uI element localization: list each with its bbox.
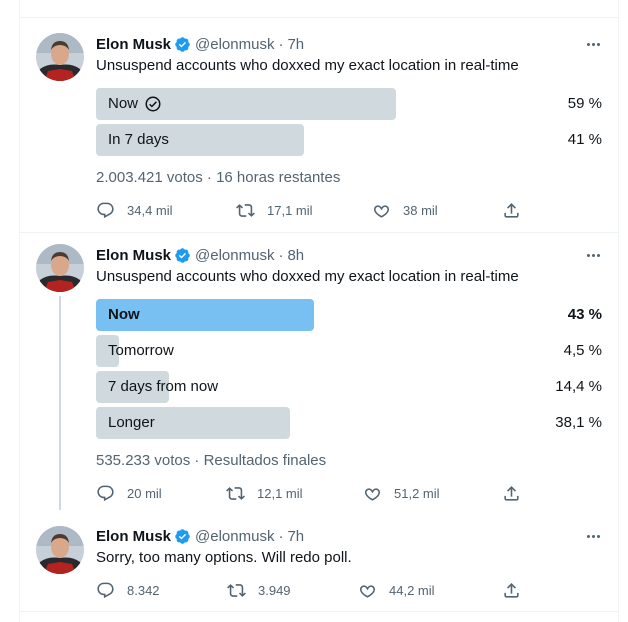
author-name[interactable]: Elon Musk <box>96 528 171 545</box>
tweet-text: Unsuspend accounts who doxxed my exact l… <box>96 57 519 74</box>
author-name[interactable]: Elon Musk <box>96 247 171 264</box>
thread-connector <box>59 296 61 510</box>
poll-option: Longer 38,1 % <box>96 407 604 439</box>
more-options-icon[interactable] <box>583 37 603 51</box>
separator: · <box>278 527 284 545</box>
retweet-button[interactable]: 17,1 mil <box>236 200 313 220</box>
avatar[interactable] <box>36 33 84 81</box>
reply-count: 8.342 <box>127 582 160 598</box>
poll-option: Now 43 % <box>96 299 604 331</box>
reply-button[interactable]: 34,4 mil <box>96 200 173 220</box>
more-options-icon[interactable] <box>583 529 603 543</box>
retweet-count: 12,1 mil <box>257 485 303 501</box>
poll-option: In 7 days 41 % <box>96 124 604 156</box>
retweet-count: 17,1 mil <box>267 202 313 218</box>
reply-count: 34,4 mil <box>127 202 173 218</box>
like-button[interactable]: 51,2 mil <box>363 483 440 503</box>
share-icon <box>504 202 519 218</box>
author-name[interactable]: Elon Musk <box>96 36 171 53</box>
like-count: 38 mil <box>403 202 438 218</box>
retweet-count: 3.949 <box>258 582 291 598</box>
tweet-text: Unsuspend accounts who doxxed my exact l… <box>96 268 519 285</box>
reply-icon <box>97 582 114 598</box>
retweet-button[interactable]: 12,1 mil <box>226 483 303 503</box>
share-icon <box>504 582 519 598</box>
share-button[interactable] <box>502 580 533 600</box>
timestamp[interactable]: 8h <box>287 247 304 264</box>
heart-icon <box>364 487 381 501</box>
heart-icon <box>373 204 390 218</box>
author-handle[interactable]: @elonmusk <box>195 528 274 545</box>
retweet-icon <box>226 486 245 500</box>
tweet-header: Elon Musk @elonmusk · 7h <box>96 34 304 54</box>
retweet-button[interactable]: 3.949 <box>227 580 291 600</box>
retweet-icon <box>227 583 246 597</box>
poll-option-label: Longer <box>108 414 155 431</box>
timeline-right-border <box>618 0 619 622</box>
verified-badge-icon <box>175 528 190 544</box>
timestamp[interactable]: 7h <box>287 36 304 53</box>
reply-button[interactable]: 8.342 <box>96 580 160 600</box>
poll-option-label: Now <box>108 88 162 120</box>
verified-badge-icon <box>175 247 190 263</box>
poll-option-label: Now <box>108 306 140 323</box>
reply-button[interactable]: 20 mil <box>96 483 162 503</box>
check-circle-icon <box>145 96 161 112</box>
like-count: 44,2 mil <box>389 582 435 598</box>
author-handle[interactable]: @elonmusk <box>195 36 274 53</box>
separator: · <box>278 35 284 53</box>
tweet-header: Elon Musk @elonmusk · 7h <box>96 526 304 546</box>
timeline-left-border <box>19 0 20 622</box>
retweet-icon <box>236 203 255 217</box>
reply-count: 20 mil <box>127 485 162 501</box>
like-button[interactable]: 38 mil <box>372 200 438 220</box>
poll-option-percent: 4,5 % <box>563 342 602 359</box>
poll-option-percent: 14,4 % <box>555 378 602 395</box>
tweet-text: Sorry, too many options. Will redo poll. <box>96 549 352 566</box>
poll-option-label: In 7 days <box>108 131 169 148</box>
poll-option: 7 days from now 14,4 % <box>96 371 604 403</box>
separator: · <box>278 246 284 264</box>
like-button[interactable]: 44,2 mil <box>358 580 435 600</box>
share-button[interactable] <box>502 483 533 503</box>
avatar[interactable] <box>36 244 84 292</box>
poll-option-percent: 38,1 % <box>555 414 602 431</box>
tweet-actions: 34,4 mil 17,1 mil 38 mil <box>96 200 528 220</box>
poll-meta: 2.003.421 votos · 16 horas restantes <box>96 169 341 186</box>
divider <box>19 232 619 233</box>
poll-meta: 535.233 votos · Resultados finales <box>96 452 327 469</box>
divider <box>19 17 619 18</box>
poll-option-percent: 43 % <box>567 306 602 323</box>
reply-icon <box>97 485 114 501</box>
verified-badge-icon <box>175 36 190 52</box>
poll-option-label: Tomorrow <box>108 342 174 359</box>
poll-option: Now 59 % <box>96 88 604 120</box>
share-icon <box>504 485 519 501</box>
reply-icon <box>97 202 114 218</box>
like-count: 51,2 mil <box>394 485 440 501</box>
heart-icon <box>359 584 376 598</box>
poll-option-percent: 41 % <box>567 131 602 148</box>
divider <box>19 611 619 612</box>
timestamp[interactable]: 7h <box>287 528 304 545</box>
tweet-header: Elon Musk @elonmusk · 8h <box>96 245 304 265</box>
tweet-actions: 20 mil 12,1 mil 51,2 mil <box>96 483 528 503</box>
author-handle[interactable]: @elonmusk <box>195 247 274 264</box>
poll-option-label: 7 days from now <box>108 378 219 395</box>
tweet-actions: 8.342 3.949 44,2 mil <box>96 580 528 600</box>
poll-option-percent: 59 % <box>567 95 602 112</box>
share-button[interactable] <box>502 200 533 220</box>
poll-option: Tomorrow 4,5 % <box>96 335 604 367</box>
more-options-icon[interactable] <box>583 248 603 262</box>
avatar[interactable] <box>36 526 84 574</box>
